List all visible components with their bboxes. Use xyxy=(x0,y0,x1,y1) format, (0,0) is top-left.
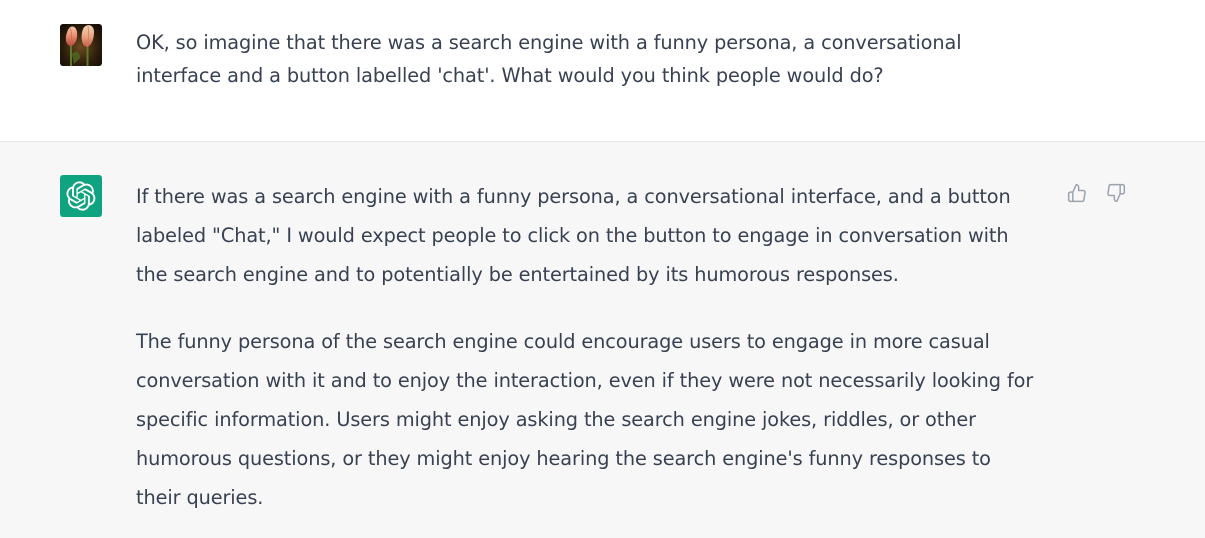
chat-thread: OK, so imagine that there was a search e… xyxy=(0,0,1205,538)
thumbs-down-icon xyxy=(1107,183,1126,203)
thumbs-down-button[interactable] xyxy=(1105,182,1127,204)
thumbs-up-button[interactable] xyxy=(1066,182,1088,204)
tulip-photo-avatar-icon xyxy=(60,24,102,66)
feedback-buttons xyxy=(1066,182,1127,204)
assistant-message-text: If there was a search engine with a funn… xyxy=(136,177,1041,517)
assistant-avatar xyxy=(60,175,102,217)
user-message-text: OK, so imagine that there was a search e… xyxy=(136,31,962,87)
openai-logo-icon xyxy=(66,181,96,211)
assistant-paragraph-2: The funny persona of the search engine c… xyxy=(136,330,1034,509)
thumbs-up-icon xyxy=(1067,183,1086,203)
assistant-message: If there was a search engine with a funn… xyxy=(0,142,1205,538)
user-avatar xyxy=(60,24,102,66)
assistant-paragraph-1: If there was a search engine with a funn… xyxy=(136,185,1011,286)
user-message: OK, so imagine that there was a search e… xyxy=(0,0,1205,142)
